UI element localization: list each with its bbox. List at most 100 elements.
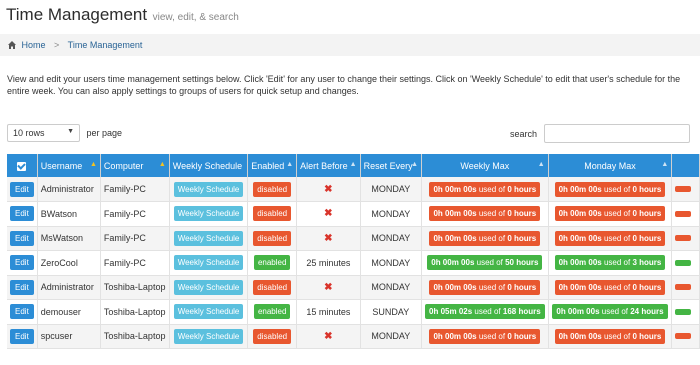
column-truncated [671,154,700,177]
edit-button[interactable]: Edit [10,279,34,295]
page-description: View and edit your users time management… [7,74,681,96]
weekly-schedule-button[interactable]: Weekly Schedule [173,206,244,222]
column-enabled[interactable]: Enabled ▲︎ [247,154,298,177]
monday-used-of: used of [603,209,631,219]
truncated-usage [675,210,692,217]
weekly-max-usage: 0h 00m 00s used of 0 hours [429,206,541,222]
weekly-max-usage: 0h 05m 02s used of 168 hours [425,304,545,320]
weekly-limit: 0 hours [507,282,537,292]
column-alert-before[interactable]: Alert Before ▲ [296,154,361,177]
column-enabled-label: Enabled [251,160,285,171]
select-all-header[interactable] [7,154,38,177]
weekly-limit: 0 hours [507,209,537,219]
weekly-schedule-button[interactable]: Weekly Schedule [173,181,244,197]
alert-before-cell: ✖ [296,324,361,349]
username-cell: ZeroCool [37,250,101,276]
edit-button[interactable]: Edit [10,230,34,246]
search-input[interactable] [543,124,690,143]
monday-used-of: used of [603,331,631,341]
weekly-schedule-cell: Weekly Schedule [169,250,249,276]
sort-icon: ▲ [661,161,669,168]
column-computer[interactable]: Computer ▲ [100,154,170,177]
weekly-max-cell: 0h 05m 02s used of 168 hours [421,299,549,325]
page-header: Time Management view, edit, & search [6,5,239,29]
monday-max-usage: 0h 00m 00s used of 0 hours [554,181,666,197]
sort-icon: ▲ [349,161,357,168]
column-weekly-max[interactable]: Weekly Max ▲ [421,154,549,177]
breadcrumb: Home > Time Management [0,34,700,56]
edit-button[interactable]: Edit [10,304,34,320]
column-computer-label: Computer [103,160,144,171]
edit-button[interactable]: Edit [10,206,34,222]
weekly-max-cell: 0h 00m 00s used of 50 hours [421,250,549,276]
weekly-used-time: 0h 00m 00s [433,184,477,194]
monday-limit: 0 hours [632,209,662,219]
weekly-schedule-button[interactable]: Weekly Schedule [173,328,244,344]
weekly-limit: 0 hours [507,331,537,341]
monday-max-usage: 0h 00m 00s used of 3 hours [554,255,666,271]
edit-cell: Edit [7,226,38,251]
table-row: Edit ZeroCool Family-PC Weekly Schedule … [7,250,700,276]
x-icon: ✖ [324,330,333,342]
edit-cell: Edit [7,324,38,349]
sort-asc-icon: ▲ [158,161,166,168]
monday-used-time: 0h 00m 00s [558,331,602,341]
monday-max-cell: 0h 00m 00s used of 0 hours [548,275,673,300]
enabled-cell: enabled [247,250,298,276]
truncated-cell [671,177,700,202]
weekly-schedule-button[interactable]: Weekly Schedule [173,230,244,246]
monday-limit: 0 hours [632,331,662,341]
computer-cell: Family-PC [100,250,170,276]
computer-cell: Toshiba-Laptop [100,324,170,349]
checkbox-icon[interactable] [17,161,27,171]
caret-down-icon: ▼ [67,128,74,135]
home-icon [8,41,16,49]
weekly-used-of: used of [478,282,506,292]
rows-per-page-select[interactable]: 10 rows ▼ [7,124,80,142]
monday-limit: 0 hours [632,282,662,292]
page-subtitle: view, edit, & search [152,12,239,23]
breadcrumb-current[interactable]: Time Management [68,40,143,50]
monday-limit: 0 hours [632,184,662,194]
enabled-status-badge: disabled [253,206,292,222]
alert-before-cell: ✖ [296,177,361,202]
sort-icon: ▲ [411,161,419,168]
monday-max-usage: 0h 00m 00s used of 24 hours [552,304,668,320]
edit-button[interactable]: Edit [10,181,34,197]
edit-button[interactable]: Edit [10,328,34,344]
weekly-used-of: used of [474,307,501,317]
weekly-max-usage: 0h 00m 00s used of 0 hours [429,181,541,197]
enabled-status-badge: disabled [253,279,292,295]
column-weekly-schedule-label: Weekly Schedule [172,160,243,171]
alert-before-cell: 15 minutes [296,299,361,325]
weekly-max-cell: 0h 00m 00s used of 0 hours [421,226,549,251]
truncated-usage [675,333,692,340]
x-icon: ✖ [324,183,333,195]
column-monday-max[interactable]: Monday Max ▲ [548,154,673,177]
enabled-cell: enabled [247,299,298,325]
weekly-max-usage: 0h 00m 00s used of 0 hours [429,230,541,246]
edit-cell: Edit [7,299,38,325]
truncated-usage [675,235,692,242]
breadcrumb-home-link[interactable]: Home [22,40,46,50]
monday-max-usage: 0h 00m 00s used of 0 hours [554,206,666,222]
column-reset-every[interactable]: Reset Every ▲ [360,154,423,177]
weekly-schedule-button[interactable]: Weekly Schedule [173,255,244,271]
x-icon: ✖ [324,232,333,244]
table-row: Edit spcuser Toshiba-Laptop Weekly Sched… [7,324,700,349]
weekly-schedule-button[interactable]: Weekly Schedule [173,279,244,295]
weekly-limit: 0 hours [507,184,537,194]
weekly-limit: 168 hours [502,307,541,317]
monday-used-of: used of [603,282,631,292]
reset-every-cell: MONDAY [360,177,423,202]
weekly-schedule-button[interactable]: Weekly Schedule [173,304,244,320]
column-username[interactable]: Username ▲ [37,154,101,177]
column-weekly-max-label: Weekly Max [460,160,510,171]
edit-cell: Edit [7,201,38,227]
monday-used-time: 0h 00m 00s [558,184,602,194]
edit-button[interactable]: Edit [10,255,34,271]
weekly-used-time: 0h 00m 00s [433,233,477,243]
column-weekly-schedule: Weekly Schedule [169,154,249,177]
table-row: Edit BWatson Family-PC Weekly Schedule d… [7,201,700,227]
sort-asc-icon: ▲ [89,161,97,168]
